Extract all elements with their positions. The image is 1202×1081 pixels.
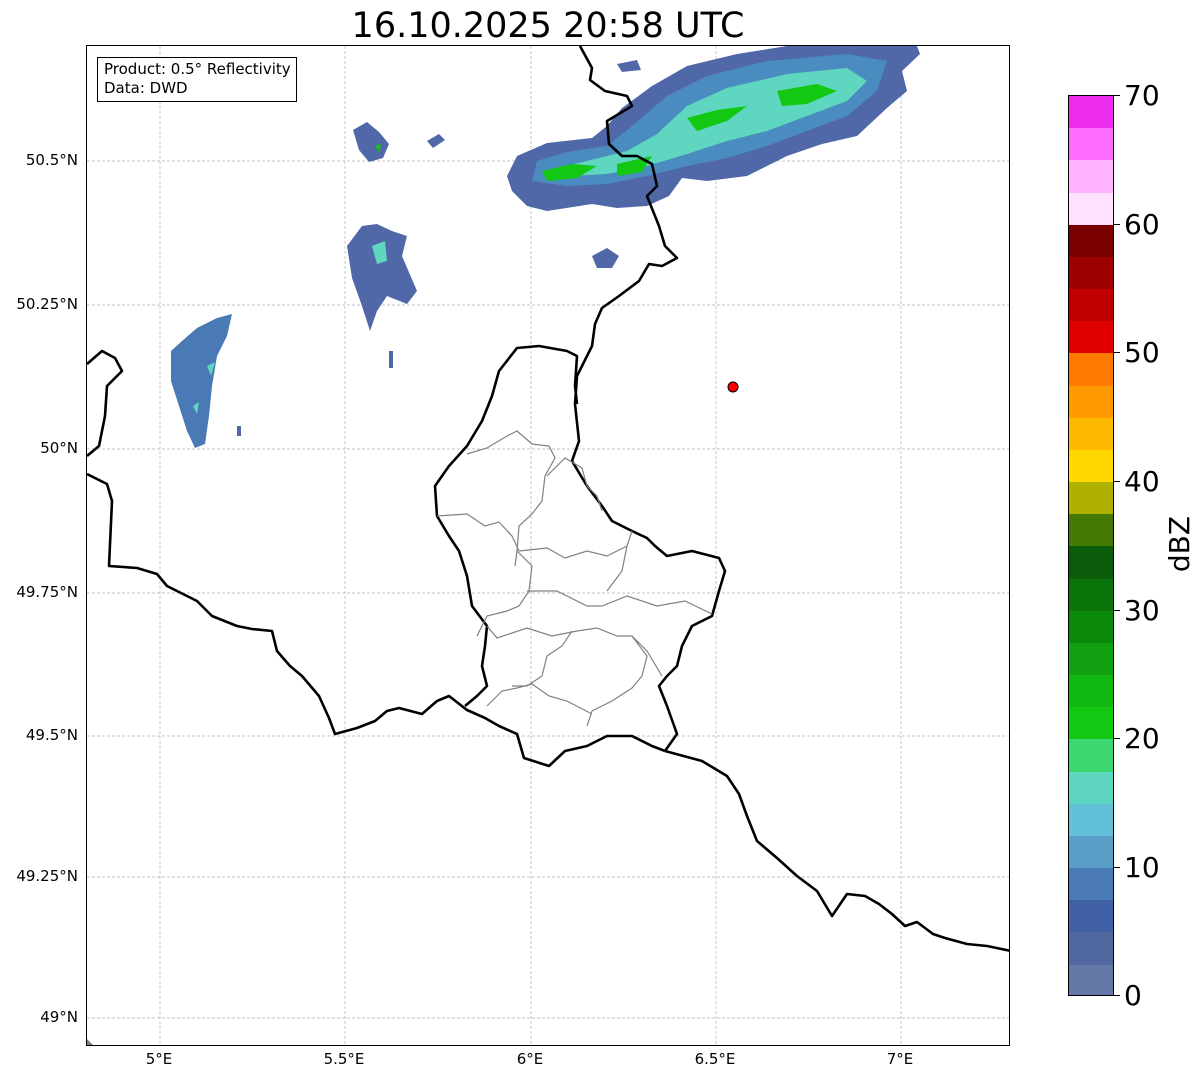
- lat-label: 50.5°N: [25, 151, 78, 169]
- map-title: 16.10.2025 20:58 UTC: [351, 6, 745, 46]
- radar-echoes: [171, 46, 920, 448]
- colorbar-label: 0: [1124, 979, 1142, 1012]
- colorbar-segment: [1069, 835, 1113, 869]
- colorbar-segment: [1069, 803, 1113, 836]
- colorbar-segment: [1069, 321, 1113, 354]
- colorbar-segment: [1069, 224, 1113, 257]
- colorbar-tick: [1114, 738, 1120, 739]
- colorbar-segment: [1069, 160, 1113, 193]
- echo-northwest-small: [353, 122, 389, 162]
- colorbar-segment: [1069, 642, 1113, 676]
- colorbar-segment: [1069, 96, 1113, 129]
- colorbar-segment: [1069, 449, 1113, 483]
- colorbar-segment: [1069, 932, 1113, 965]
- lat-label: 50°N: [40, 439, 78, 457]
- colorbar-segment: [1069, 868, 1113, 901]
- colorbar-tick: [1114, 995, 1120, 996]
- colorbar-segment: [1069, 417, 1113, 450]
- colorbar-label: 20: [1124, 722, 1160, 755]
- colorbar: [1068, 95, 1114, 996]
- map-canvas: [87, 46, 1009, 1045]
- colorbar-label: 60: [1124, 208, 1160, 241]
- product-label: Product: 0.5° Reflectivity: [104, 60, 291, 78]
- lon-label: 5°E: [145, 1050, 173, 1068]
- echo-speck-1: [592, 248, 619, 268]
- colorbar-segment: [1069, 900, 1113, 933]
- colorbar-tick: [1114, 95, 1120, 96]
- colorbar-segment: [1069, 964, 1113, 995]
- colorbar-label: 10: [1124, 851, 1160, 884]
- district-borders: [436, 430, 713, 727]
- lon-label: 6.5°E: [694, 1050, 736, 1068]
- border-lu-fr-de: [664, 749, 1009, 952]
- lat-label: 50.25°N: [16, 295, 78, 313]
- colorbar-tick: [1114, 224, 1120, 225]
- colorbar-segment: [1069, 128, 1113, 161]
- border-be-fr-lu: [87, 472, 666, 768]
- colorbar-segment: [1069, 771, 1113, 804]
- colorbar-segment: [1069, 514, 1113, 547]
- product-info-box: Product: 0.5° Reflectivity Data: DWD: [97, 57, 297, 102]
- lat-label: 49°N: [40, 1008, 78, 1026]
- colorbar-tick: [1114, 481, 1120, 482]
- colorbar-tick: [1114, 867, 1120, 868]
- lat-label: 49.75°N: [16, 583, 78, 601]
- colorbar-segment: [1069, 289, 1113, 322]
- colorbar-segment: [1069, 385, 1113, 418]
- radar-map[interactable]: [86, 45, 1010, 1046]
- echo-speck-2: [427, 134, 445, 148]
- colorbar-segment: [1069, 192, 1113, 225]
- echo-speck-3: [617, 60, 641, 72]
- colorbar-label: 30: [1124, 594, 1160, 627]
- echo-speck-5: [237, 426, 241, 436]
- lon-label: 5.5°E: [323, 1050, 365, 1068]
- colorbar-segment: [1069, 578, 1113, 611]
- colorbar-label: 70: [1124, 79, 1160, 112]
- echo-west: [171, 314, 232, 448]
- colorbar-segment: [1069, 256, 1113, 290]
- lon-label: 6°E: [516, 1050, 544, 1068]
- colorbar-tick: [1114, 610, 1120, 611]
- colorbar-label: 50: [1124, 336, 1160, 369]
- colorbar-segment: [1069, 546, 1113, 579]
- colorbar-unit-label: dBZ: [1163, 515, 1196, 573]
- colorbar-segment: [1069, 707, 1113, 740]
- colorbar-segment: [1069, 675, 1113, 708]
- corner-fragment: [87, 1039, 93, 1045]
- lat-label: 49.25°N: [16, 867, 78, 885]
- lat-label: 49.5°N: [25, 726, 78, 744]
- lon-label: 7°E: [886, 1050, 914, 1068]
- colorbar-segment: [1069, 482, 1113, 515]
- border-be-nl: [87, 349, 124, 457]
- radar-site-marker[interactable]: [727, 381, 739, 393]
- colorbar-label: 40: [1124, 465, 1160, 498]
- colorbar-segment: [1069, 353, 1113, 386]
- echo-speck-4: [389, 351, 393, 368]
- echo-north-middle: [347, 224, 417, 331]
- data-source-label: Data: DWD: [104, 79, 188, 97]
- colorbar-tick: [1114, 352, 1120, 353]
- colorbar-segment: [1069, 610, 1113, 643]
- border-be-lu: [433, 344, 579, 707]
- colorbar-segment: [1069, 739, 1113, 772]
